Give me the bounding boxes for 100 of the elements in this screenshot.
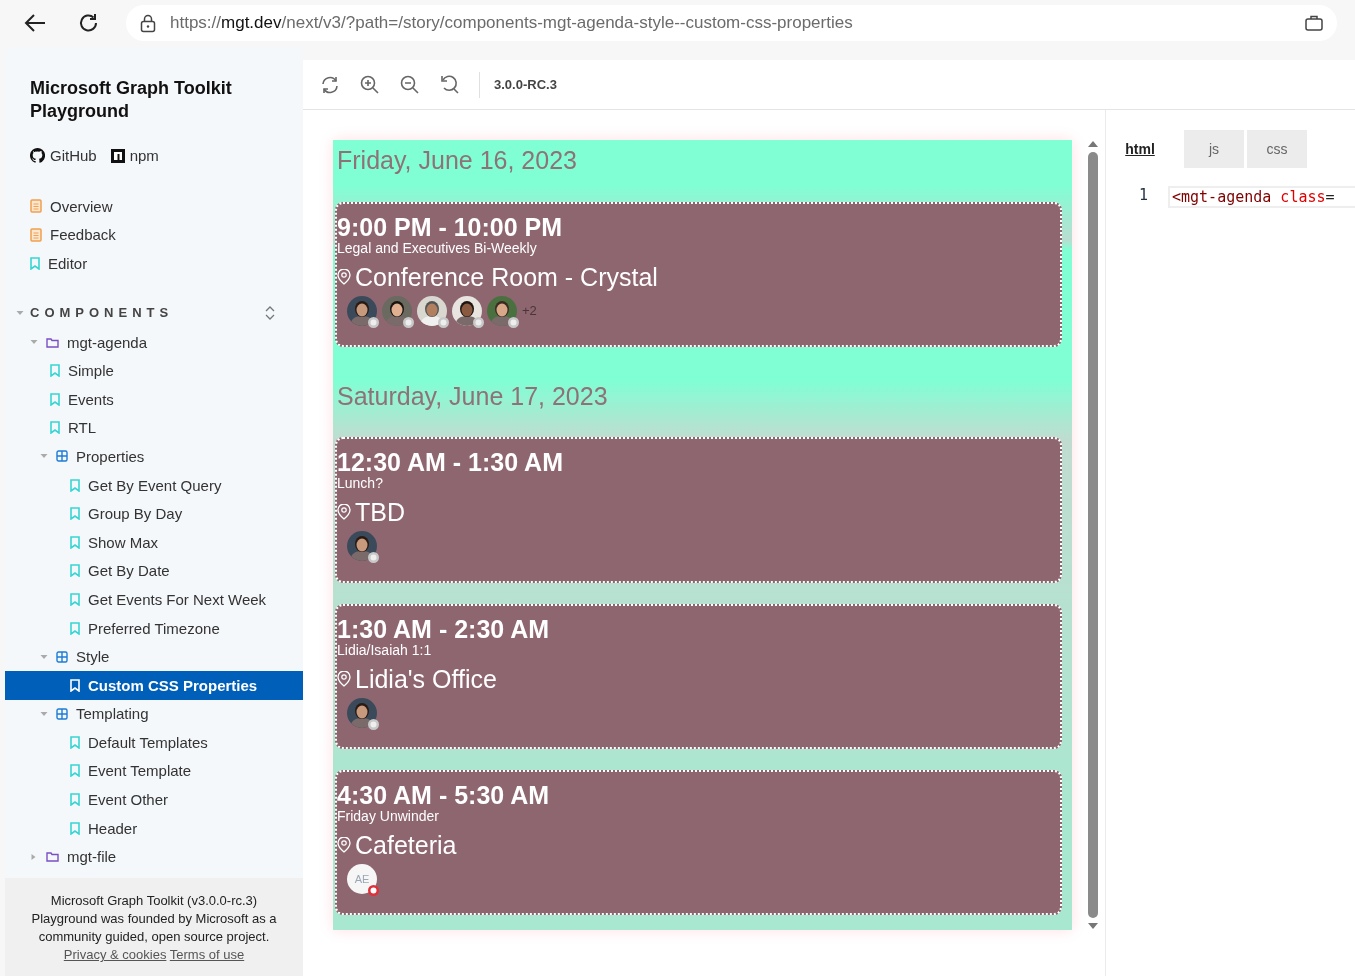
footer-link[interactable]: Terms of use xyxy=(169,947,245,962)
nav-item[interactable]: Feedback xyxy=(30,220,303,250)
bookmark-icon xyxy=(70,592,80,606)
avatar xyxy=(347,697,377,728)
bookmark-icon xyxy=(50,392,60,406)
tree-item[interactable]: Default Templates xyxy=(30,728,303,757)
toolbar-button[interactable] xyxy=(439,73,461,96)
footer-link[interactable]: Privacy & cookies xyxy=(63,947,167,962)
github-icon xyxy=(30,148,45,163)
tree-item[interactable]: Properties xyxy=(30,442,303,471)
event-location: Lidia's Office xyxy=(355,663,497,694)
grid-icon xyxy=(56,707,68,720)
bookmark-icon xyxy=(70,793,80,807)
folder-icon xyxy=(46,851,59,863)
tree-item[interactable]: Group By Day xyxy=(30,499,303,528)
toolbar-button[interactable] xyxy=(359,73,381,96)
tree-item[interactable]: Header xyxy=(30,813,303,843)
footer-text: Playground was founded by Microsoft as a community guided, open source project. xyxy=(30,910,278,946)
tree-item[interactable]: Event Other xyxy=(30,785,303,814)
grid-icon xyxy=(56,650,68,663)
version-label: 3.0.0-RC.3 xyxy=(494,77,557,92)
tree-item[interactable]: RTL xyxy=(30,413,303,443)
nav-item[interactable]: Editor xyxy=(30,249,303,278)
tree-item[interactable]: Events xyxy=(30,384,303,414)
day-header: Saturday, June 17, 2023 xyxy=(336,380,609,412)
document-icon xyxy=(30,199,42,214)
location-pin-icon xyxy=(337,504,351,521)
zoom-in-icon xyxy=(359,73,381,96)
avatar xyxy=(347,531,377,562)
avatar xyxy=(487,295,517,326)
reset-zoom-icon xyxy=(439,73,461,96)
link[interactable]: GitHub xyxy=(30,147,97,164)
nav-item[interactable]: Overview xyxy=(30,192,303,221)
reload-icon xyxy=(78,12,100,34)
more-count: +2 xyxy=(522,303,537,319)
code-tab[interactable]: js xyxy=(1184,130,1244,168)
bookmark-icon xyxy=(70,735,80,749)
tree-item[interactable]: Get Events For Next Week xyxy=(30,585,303,614)
code-tab[interactable]: css xyxy=(1247,130,1307,168)
avatar: AE xyxy=(347,863,377,894)
tree-item[interactable]: Event Template xyxy=(30,756,303,786)
event-location: Conference Room - Crystal xyxy=(355,261,658,292)
app-title: Microsoft Graph Toolkit Playground xyxy=(30,77,233,123)
bookmark-icon xyxy=(70,564,80,578)
link[interactable]: npm xyxy=(110,147,159,164)
event-subject: Lidia/Isaiah 1:1 xyxy=(337,641,433,658)
avatar xyxy=(382,295,412,326)
event-subject: Lunch? xyxy=(337,475,384,492)
event-time: 1:30 AM - 2:30 AM xyxy=(337,615,551,642)
bookmark-icon xyxy=(70,678,80,692)
event-card[interactable]: 12:30 AM - 1:30 AM Lunch? TBD xyxy=(335,437,1062,583)
event-time: 12:30 AM - 1:30 AM xyxy=(337,449,564,476)
scroll-down-icon[interactable] xyxy=(1088,922,1098,930)
bookmark-icon xyxy=(70,821,80,835)
back-arrow-icon xyxy=(23,13,47,33)
bookmark-icon xyxy=(70,764,80,778)
tree-item[interactable]: Custom CSS Properties xyxy=(5,670,303,700)
line-number: 1 xyxy=(1137,186,1149,206)
tree-item[interactable]: Get By Event Query xyxy=(30,470,303,500)
toolbar-button[interactable] xyxy=(399,73,421,96)
tree-item[interactable]: Show Max xyxy=(30,527,303,557)
tree-item[interactable]: Preferred Timezone xyxy=(30,613,303,643)
tree-item[interactable]: mgt-agenda xyxy=(30,327,303,357)
tree-item[interactable]: Get By Date xyxy=(30,556,303,586)
event-location: Cafeteria xyxy=(355,829,457,860)
code-line[interactable]: <mgt-agenda class= xyxy=(1168,186,1355,208)
expand-collapse-icon[interactable] xyxy=(265,305,275,320)
event-subject: Legal and Executives Bi-Weekly xyxy=(337,239,538,256)
location-pin-icon xyxy=(337,670,351,687)
avatar xyxy=(452,295,482,326)
npm-icon xyxy=(110,148,125,163)
day-header: Friday, June 16, 2023 xyxy=(336,145,578,176)
scroll-up-icon[interactable] xyxy=(1088,140,1098,148)
bookmark-icon xyxy=(70,507,80,521)
tree-item[interactable]: Templating xyxy=(30,699,303,729)
bookmark-icon xyxy=(30,257,40,270)
location-pin-icon xyxy=(337,268,351,285)
location-pin-icon xyxy=(337,836,351,853)
bookmark-icon xyxy=(70,535,80,549)
bookmark-icon xyxy=(70,621,80,635)
event-time: 9:00 PM - 10:00 PM xyxy=(337,213,564,240)
avatar xyxy=(347,295,377,326)
event-location: TBD xyxy=(355,497,405,528)
bookmark-icon xyxy=(70,478,80,492)
briefcase-icon[interactable] xyxy=(1305,15,1323,31)
tree-item[interactable]: Style xyxy=(30,642,303,671)
event-subject: Friday Unwinder xyxy=(337,807,440,824)
event-card[interactable]: 9:00 PM - 10:00 PM Legal and Executives Bi-Weekly Conference Room - Crystal +2 xyxy=(335,201,1062,347)
scrollbar[interactable] xyxy=(1086,140,1100,930)
footer-text: Microsoft Graph Toolkit (v3.0.0-rc.3) xyxy=(49,892,259,910)
tree-item[interactable]: mgt-file xyxy=(30,842,303,872)
event-card[interactable]: 4:30 AM - 5:30 AM Friday Unwinder Cafeteria AE xyxy=(335,769,1062,915)
tree-item[interactable]: Simple xyxy=(30,356,303,385)
address-bar[interactable]: https://mgt.dev/next/v3/?path=/story/components-mgt-agenda-style--custom-css-properties xyxy=(126,5,1337,41)
folder-icon xyxy=(46,336,59,348)
event-card[interactable]: 1:30 AM - 2:30 AM Lidia/Isaiah 1:1 Lidia's Office xyxy=(335,603,1062,749)
lock-icon xyxy=(140,13,156,33)
section-heading: COMPONENTS xyxy=(30,305,174,321)
bookmark-icon xyxy=(50,421,60,435)
zoom-out-icon xyxy=(399,73,421,96)
